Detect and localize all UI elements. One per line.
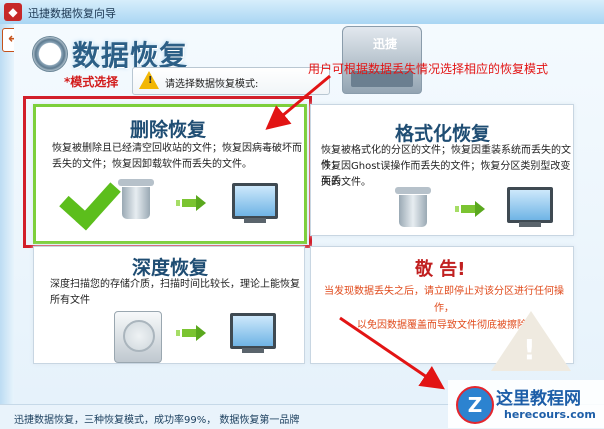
annotation-arrow (265, 74, 331, 130)
watermark: Z 这里教程网 herecours.com (448, 380, 604, 428)
annotation-arrow (339, 316, 445, 390)
watermark-url: herecours.com (504, 408, 596, 421)
annotation-arrows (265, 74, 445, 390)
watermark-name: 这里教程网 (496, 389, 581, 409)
watermark-logo: Z (456, 386, 494, 424)
footer-text: 迅捷数据恢复，三种恢复模式，成功率99%， 数据恢复第一品牌 (14, 415, 300, 426)
